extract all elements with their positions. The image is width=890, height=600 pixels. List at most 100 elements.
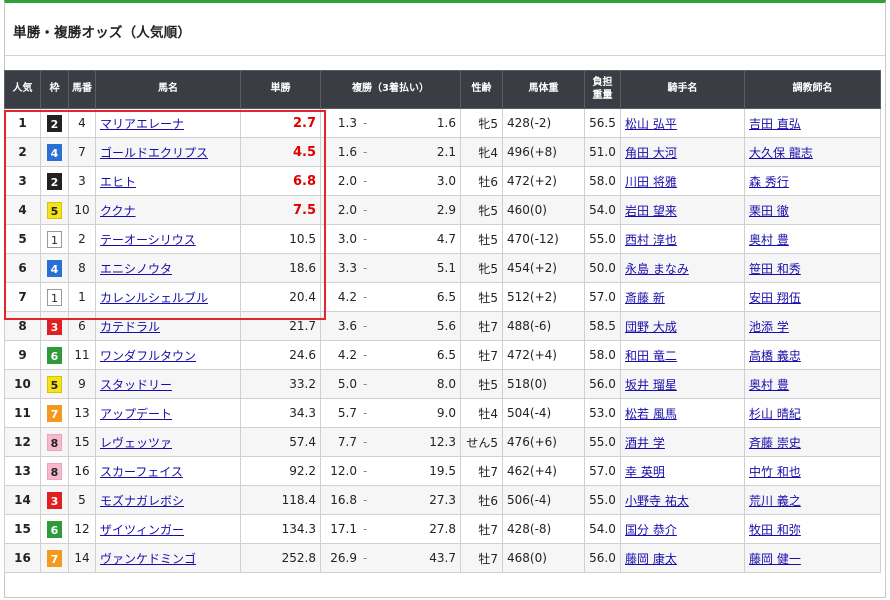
trainer-link[interactable]: 栗田 徹 xyxy=(749,204,789,218)
jockey-link[interactable]: 角田 大河 xyxy=(625,146,677,160)
waku-cell: 2 xyxy=(40,166,69,196)
horse-name-link[interactable]: エニシノウタ xyxy=(100,262,172,276)
place-odds-high: 6.5 xyxy=(436,348,456,362)
horse-name-cell: モズナガレボシ xyxy=(95,485,241,515)
trainer-link[interactable]: 森 秀行 xyxy=(749,175,789,189)
horse-name-link[interactable]: ワンダフルタウン xyxy=(100,349,196,363)
jockey-link[interactable]: 岩田 望来 xyxy=(625,204,677,218)
horse-name-link[interactable]: テーオーシリウス xyxy=(100,233,196,247)
horse-name-cell: カテドラル xyxy=(95,311,241,341)
waku-cell: 8 xyxy=(40,456,69,486)
umaban-cell: 15 xyxy=(68,427,96,457)
umaban-cell: 12 xyxy=(68,514,96,544)
trainer-link[interactable]: 高橋 義忠 xyxy=(749,349,801,363)
horse-name-link[interactable]: ヴァンケドミンゴ xyxy=(100,552,196,566)
horse-name-link[interactable]: カレンルシェルブル xyxy=(100,291,208,305)
umaban-cell: 1 xyxy=(68,282,96,312)
sex-age-cell: 牝5 xyxy=(460,108,503,138)
jockey-link[interactable]: 松若 風馬 xyxy=(625,407,677,421)
trainer-link[interactable]: 荒川 義之 xyxy=(749,494,801,508)
waku-badge: 1 xyxy=(47,288,62,306)
jockey-cell: 岩田 望来 xyxy=(620,195,745,225)
trainer-link[interactable]: 安田 翔伍 xyxy=(749,291,801,305)
jockey-link[interactable]: 松山 弘平 xyxy=(625,117,677,131)
place-odds-cell: 2.0 - 2.9 xyxy=(320,195,461,225)
jockey-link[interactable]: 小野寺 祐太 xyxy=(625,494,689,508)
horse-name-link[interactable]: スタッドリー xyxy=(100,378,172,392)
table-row: 3 2 3 エヒト 6.8 2.0 - 3.0 牡6 472(+2) 58.0 … xyxy=(4,166,881,196)
place-odds-high: 1.6 xyxy=(436,116,456,130)
place-odds-high: 4.7 xyxy=(436,232,456,246)
sex-age-cell: 牡7 xyxy=(460,456,503,486)
horse-name-link[interactable]: スカーフェイス xyxy=(100,465,183,479)
burden-weight-cell: 51.0 xyxy=(584,137,621,167)
horse-name-link[interactable]: ククナ xyxy=(100,204,136,218)
horse-name-link[interactable]: モズナガレボシ xyxy=(100,494,184,508)
horse-name-cell: テーオーシリウス xyxy=(95,224,241,254)
trainer-link[interactable]: 吉田 直弘 xyxy=(749,117,801,131)
jockey-link[interactable]: 藤岡 康太 xyxy=(625,552,677,566)
body-weight-cell: 506(-4) xyxy=(502,485,585,515)
horse-name-cell: スタッドリー xyxy=(95,369,241,399)
place-odds-low: 1.3 xyxy=(337,116,357,130)
waku-badge: 6 xyxy=(47,520,62,538)
horse-name-cell: ヴァンケドミンゴ xyxy=(95,543,241,573)
trainer-link[interactable]: 中竹 和也 xyxy=(749,465,801,479)
trainer-link[interactable]: 奥村 豊 xyxy=(749,378,789,392)
jockey-link[interactable]: 斎藤 新 xyxy=(625,291,665,305)
horse-name-link[interactable]: ゴールドエクリプス xyxy=(100,146,208,160)
umaban-cell: 7 xyxy=(68,137,96,167)
odds-table: 人気 枠 馬番 馬名 単勝 複勝（3着払い） 性齢 馬体重 負担重量 騎手名 調… xyxy=(4,70,881,573)
jockey-link[interactable]: 幸 英明 xyxy=(625,465,665,479)
trainer-cell: 池添 学 xyxy=(744,311,881,341)
place-odds-high: 2.9 xyxy=(436,203,456,217)
place-odds-cell: 16.8 - 27.3 xyxy=(320,485,461,515)
jockey-link[interactable]: 永島 まなみ xyxy=(625,262,689,276)
place-odds-low: 17.1 xyxy=(330,522,357,536)
place-odds-low: 4.2 xyxy=(337,348,357,362)
jockey-link[interactable]: 酒井 学 xyxy=(625,436,665,450)
jockey-cell: 角田 大河 xyxy=(620,137,745,167)
horse-name-link[interactable]: エヒト xyxy=(100,175,136,189)
horse-name-link[interactable]: ザイツィンガー xyxy=(100,523,184,537)
rank-cell: 16 xyxy=(4,543,41,573)
burden-weight-cell: 56.0 xyxy=(584,369,621,399)
jockey-link[interactable]: 西村 淳也 xyxy=(625,233,677,247)
body-weight-cell: 428(-2) xyxy=(502,108,585,138)
trainer-link[interactable]: 杉山 晴紀 xyxy=(749,407,801,421)
horse-name-link[interactable]: アップデート xyxy=(100,407,172,421)
horse-name-cell: レヴェッツァ xyxy=(95,427,241,457)
body-weight-cell: 454(+2) xyxy=(502,253,585,283)
col-header-sexage: 性齢 xyxy=(460,70,503,109)
horse-name-cell: ザイツィンガー xyxy=(95,514,241,544)
umaban-cell: 9 xyxy=(68,369,96,399)
trainer-link[interactable]: 奥村 豊 xyxy=(749,233,789,247)
horse-name-cell: ゴールドエクリプス xyxy=(95,137,241,167)
jockey-link[interactable]: 川田 将雅 xyxy=(625,175,677,189)
jockey-cell: 藤岡 康太 xyxy=(620,543,745,573)
table-row: 8 3 6 カテドラル 21.7 3.6 - 5.6 牡7 488(-6) 58… xyxy=(4,311,881,341)
table-row: 1 2 4 マリアエレーナ 2.7 1.3 - 1.6 牝5 428(-2) 5… xyxy=(4,108,881,138)
trainer-cell: 笹田 和秀 xyxy=(744,253,881,283)
horse-name-link[interactable]: レヴェッツァ xyxy=(100,436,172,450)
umaban-cell: 16 xyxy=(68,456,96,486)
trainer-link[interactable]: 笹田 和秀 xyxy=(749,262,801,276)
jockey-link[interactable]: 国分 恭介 xyxy=(625,523,677,537)
win-odds-cell: 6.8 xyxy=(240,166,321,196)
horse-name-link[interactable]: カテドラル xyxy=(100,320,160,334)
trainer-link[interactable]: 斉藤 崇史 xyxy=(749,436,801,450)
place-odds-low: 5.0 xyxy=(337,377,357,391)
waku-badge: 3 xyxy=(47,317,62,335)
trainer-link[interactable]: 池添 学 xyxy=(749,320,789,334)
table-row: 16 7 14 ヴァンケドミンゴ 252.8 26.9 - 43.7 牡7 46… xyxy=(4,543,881,573)
rank-cell: 10 xyxy=(4,369,41,399)
trainer-link[interactable]: 牧田 和弥 xyxy=(749,523,801,537)
jockey-link[interactable]: 坂井 瑠星 xyxy=(625,378,677,392)
horse-name-link[interactable]: マリアエレーナ xyxy=(100,117,184,131)
burden-weight-cell: 57.0 xyxy=(584,456,621,486)
trainer-link[interactable]: 藤岡 健一 xyxy=(749,552,801,566)
rank-cell: 13 xyxy=(4,456,41,486)
jockey-link[interactable]: 和田 竜二 xyxy=(625,349,677,363)
jockey-link[interactable]: 団野 大成 xyxy=(625,320,677,334)
trainer-link[interactable]: 大久保 龍志 xyxy=(749,146,813,160)
